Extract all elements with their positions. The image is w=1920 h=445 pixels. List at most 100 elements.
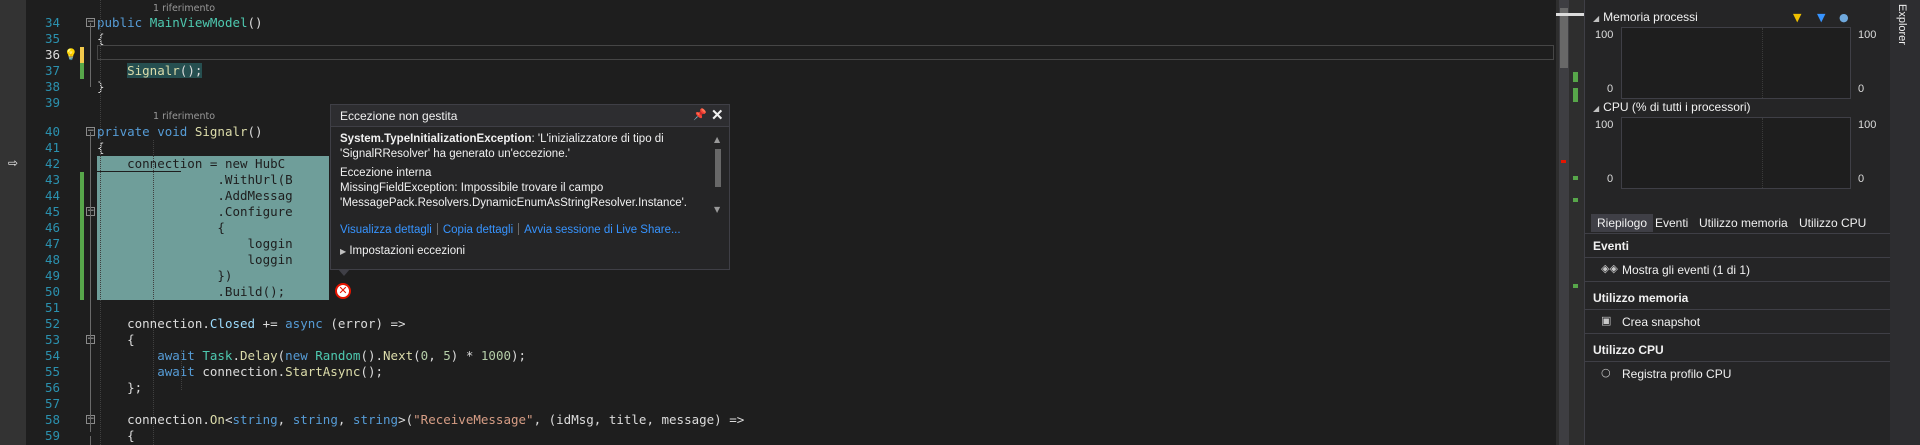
change-indicator (80, 63, 84, 79)
line-number: 48 (44, 252, 60, 267)
line-number: 59 (44, 428, 60, 443)
code-text: }; (97, 380, 142, 396)
vertical-scrollbar[interactable] (1556, 0, 1584, 445)
code-line[interactable]: 58− connection.On<string, string, string… (0, 412, 1556, 428)
memory-ymin-right: 0 (1858, 83, 1865, 95)
code-token: loggin (97, 252, 293, 267)
line-number: 41 (44, 140, 60, 155)
code-text: .AddMessag (97, 188, 293, 204)
exception-links: Visualizza dettagli Copia dettagli Avvia s… (340, 223, 681, 236)
explorer-tab[interactable]: Explorer (1896, 4, 1908, 45)
change-marker (1573, 198, 1578, 202)
code-line[interactable]: 54 await Task.Delay(new Random().Next(0,… (0, 348, 1556, 364)
code-text: .Build(); (97, 284, 286, 300)
code-line[interactable]: 35{ (0, 31, 1556, 47)
code-line[interactable]: 57 (0, 396, 1556, 412)
tab-summary[interactable]: Riepilogo (1591, 214, 1654, 232)
code-line[interactable]: 45− .Configure (0, 204, 1556, 220)
line-number: 45 (44, 204, 60, 219)
code-text: connection.Closed += async (error) => (97, 316, 405, 332)
code-line[interactable]: 36 💡 (0, 47, 1556, 63)
view-details-link[interactable]: Visualizza dettagli (340, 224, 432, 236)
code-line[interactable]: 52 connection.Closed += async (error) => (0, 316, 1556, 332)
close-icon[interactable]: ✕ (711, 106, 724, 124)
line-number: 58 (44, 412, 60, 427)
scroll-down-icon[interactable]: ▼ (714, 205, 720, 214)
code-token: string (352, 412, 399, 427)
cpu-section-header[interactable]: ◢ CPU (% di tutti i processori) (1593, 100, 1751, 114)
lightbulb-icon[interactable]: 💡 (64, 49, 78, 61)
line-number: 39 (44, 95, 60, 110)
code-line[interactable]: 42 connection = new HubC (0, 156, 1556, 172)
code-line[interactable]: 55 await connection.StartAsync(); (0, 364, 1556, 380)
code-token: .WithUrl(B (97, 172, 293, 187)
tab-cpu-usage[interactable]: Utilizzo CPU (1799, 216, 1866, 230)
code-token: new (224, 156, 256, 171)
cpu-usage-group: Utilizzo CPU (1585, 338, 1891, 362)
diagnostics-tabs: Riepilogo Eventi Utilizzo memoria Utiliz… (1585, 212, 1891, 234)
error-marker (1561, 160, 1566, 163)
code-token: HubC (255, 156, 286, 171)
exception-title: Eccezione non gestita (340, 109, 458, 123)
record-icon: ○ (1601, 366, 1611, 379)
code-token: Next (383, 348, 414, 363)
codelens-references[interactable]: 1 riferimento (153, 109, 215, 125)
code-token: Signalr (127, 63, 180, 78)
cpu-chart[interactable] (1621, 117, 1851, 189)
code-line[interactable]: 56 }; (0, 380, 1556, 396)
scroll-up-icon[interactable]: ▲ (714, 135, 720, 144)
code-line[interactable]: 49 }) (0, 268, 1556, 284)
code-line[interactable]: 34− public MainViewModel() (0, 15, 1556, 31)
code-line[interactable]: 46 { (0, 220, 1556, 236)
code-line[interactable]: 59 { (0, 428, 1556, 444)
code-line[interactable]: 38} (0, 79, 1556, 95)
snapshot-dot-icon: ● (1839, 11, 1849, 24)
code-text: await Task.Delay(new Random().Next(0, 5)… (97, 348, 526, 364)
code-token: connection = (97, 156, 225, 171)
code-line[interactable]: 41{ (0, 140, 1556, 156)
code-token: (); (360, 364, 383, 379)
code-token: (); (179, 63, 203, 78)
exception-scrollbar[interactable]: ▲ ▼ (712, 135, 724, 215)
code-editor[interactable]: ⇨ 34− public MainViewModel() 35{36 💡 37 Sign… (0, 0, 1556, 445)
live-share-link[interactable]: Avvia sessione di Live Share... (524, 224, 680, 236)
code-line[interactable]: 43 .WithUrl(B (0, 172, 1556, 188)
gc-flag-icon: ▼ (1817, 11, 1826, 24)
tab-events[interactable]: Eventi (1655, 216, 1688, 230)
code-line[interactable]: 51 (0, 300, 1556, 316)
pin-icon[interactable]: 📌 (693, 108, 707, 121)
memory-chart[interactable] (1621, 27, 1851, 99)
exception-body: System.TypeInitializationException: 'L'i… (340, 132, 706, 211)
code-line[interactable]: 44 .AddMessag (0, 188, 1556, 204)
error-icon[interactable]: ✕ (335, 283, 351, 299)
code-text: }) (97, 268, 233, 284)
take-snapshot-item[interactable]: ▣ Crea snapshot (1585, 310, 1891, 334)
codelens-references[interactable]: 1 riferimento (153, 1, 215, 17)
code-token: () (247, 15, 263, 30)
code-text: connection = new HubC (97, 156, 286, 172)
code-token: new (285, 348, 316, 363)
code-token: { (97, 428, 135, 443)
record-cpu-profile-item[interactable]: ○ Registra profilo CPU (1585, 362, 1891, 386)
code-token: async (285, 316, 331, 331)
code-token: ); (511, 348, 527, 363)
exception-settings-toggle[interactable]: ▶ Impostazioni eccezioni (340, 245, 465, 257)
line-number: 42 (44, 156, 60, 171)
code-line[interactable]: 48 loggin (0, 252, 1556, 268)
memory-usage-title: Utilizzo memoria (1593, 291, 1689, 305)
scroll-thumb[interactable] (1560, 8, 1568, 68)
change-indicator (80, 172, 84, 300)
scroll-thumb[interactable] (715, 149, 721, 187)
exception-header: Eccezione non gestita 📌 ✕ (331, 105, 729, 127)
tab-memory-usage[interactable]: Utilizzo memoria (1699, 216, 1788, 230)
memory-section-header[interactable]: ◢ Memoria processi (1593, 10, 1698, 24)
code-line[interactable]: 53− { (0, 332, 1556, 348)
code-token: string (292, 412, 338, 427)
code-line[interactable]: 39 (0, 95, 1556, 111)
code-line[interactable]: 50 .Build(); (0, 284, 1556, 300)
code-line[interactable]: 37 Signalr(); (0, 63, 1556, 79)
code-line[interactable]: 47 loggin (0, 236, 1556, 252)
code-line[interactable]: 40− private void Signalr() (0, 124, 1556, 140)
copy-details-link[interactable]: Copia dettagli (443, 224, 513, 236)
show-events-item[interactable]: ◈◈ Mostra gli eventi (1 di 1) (1585, 258, 1891, 282)
